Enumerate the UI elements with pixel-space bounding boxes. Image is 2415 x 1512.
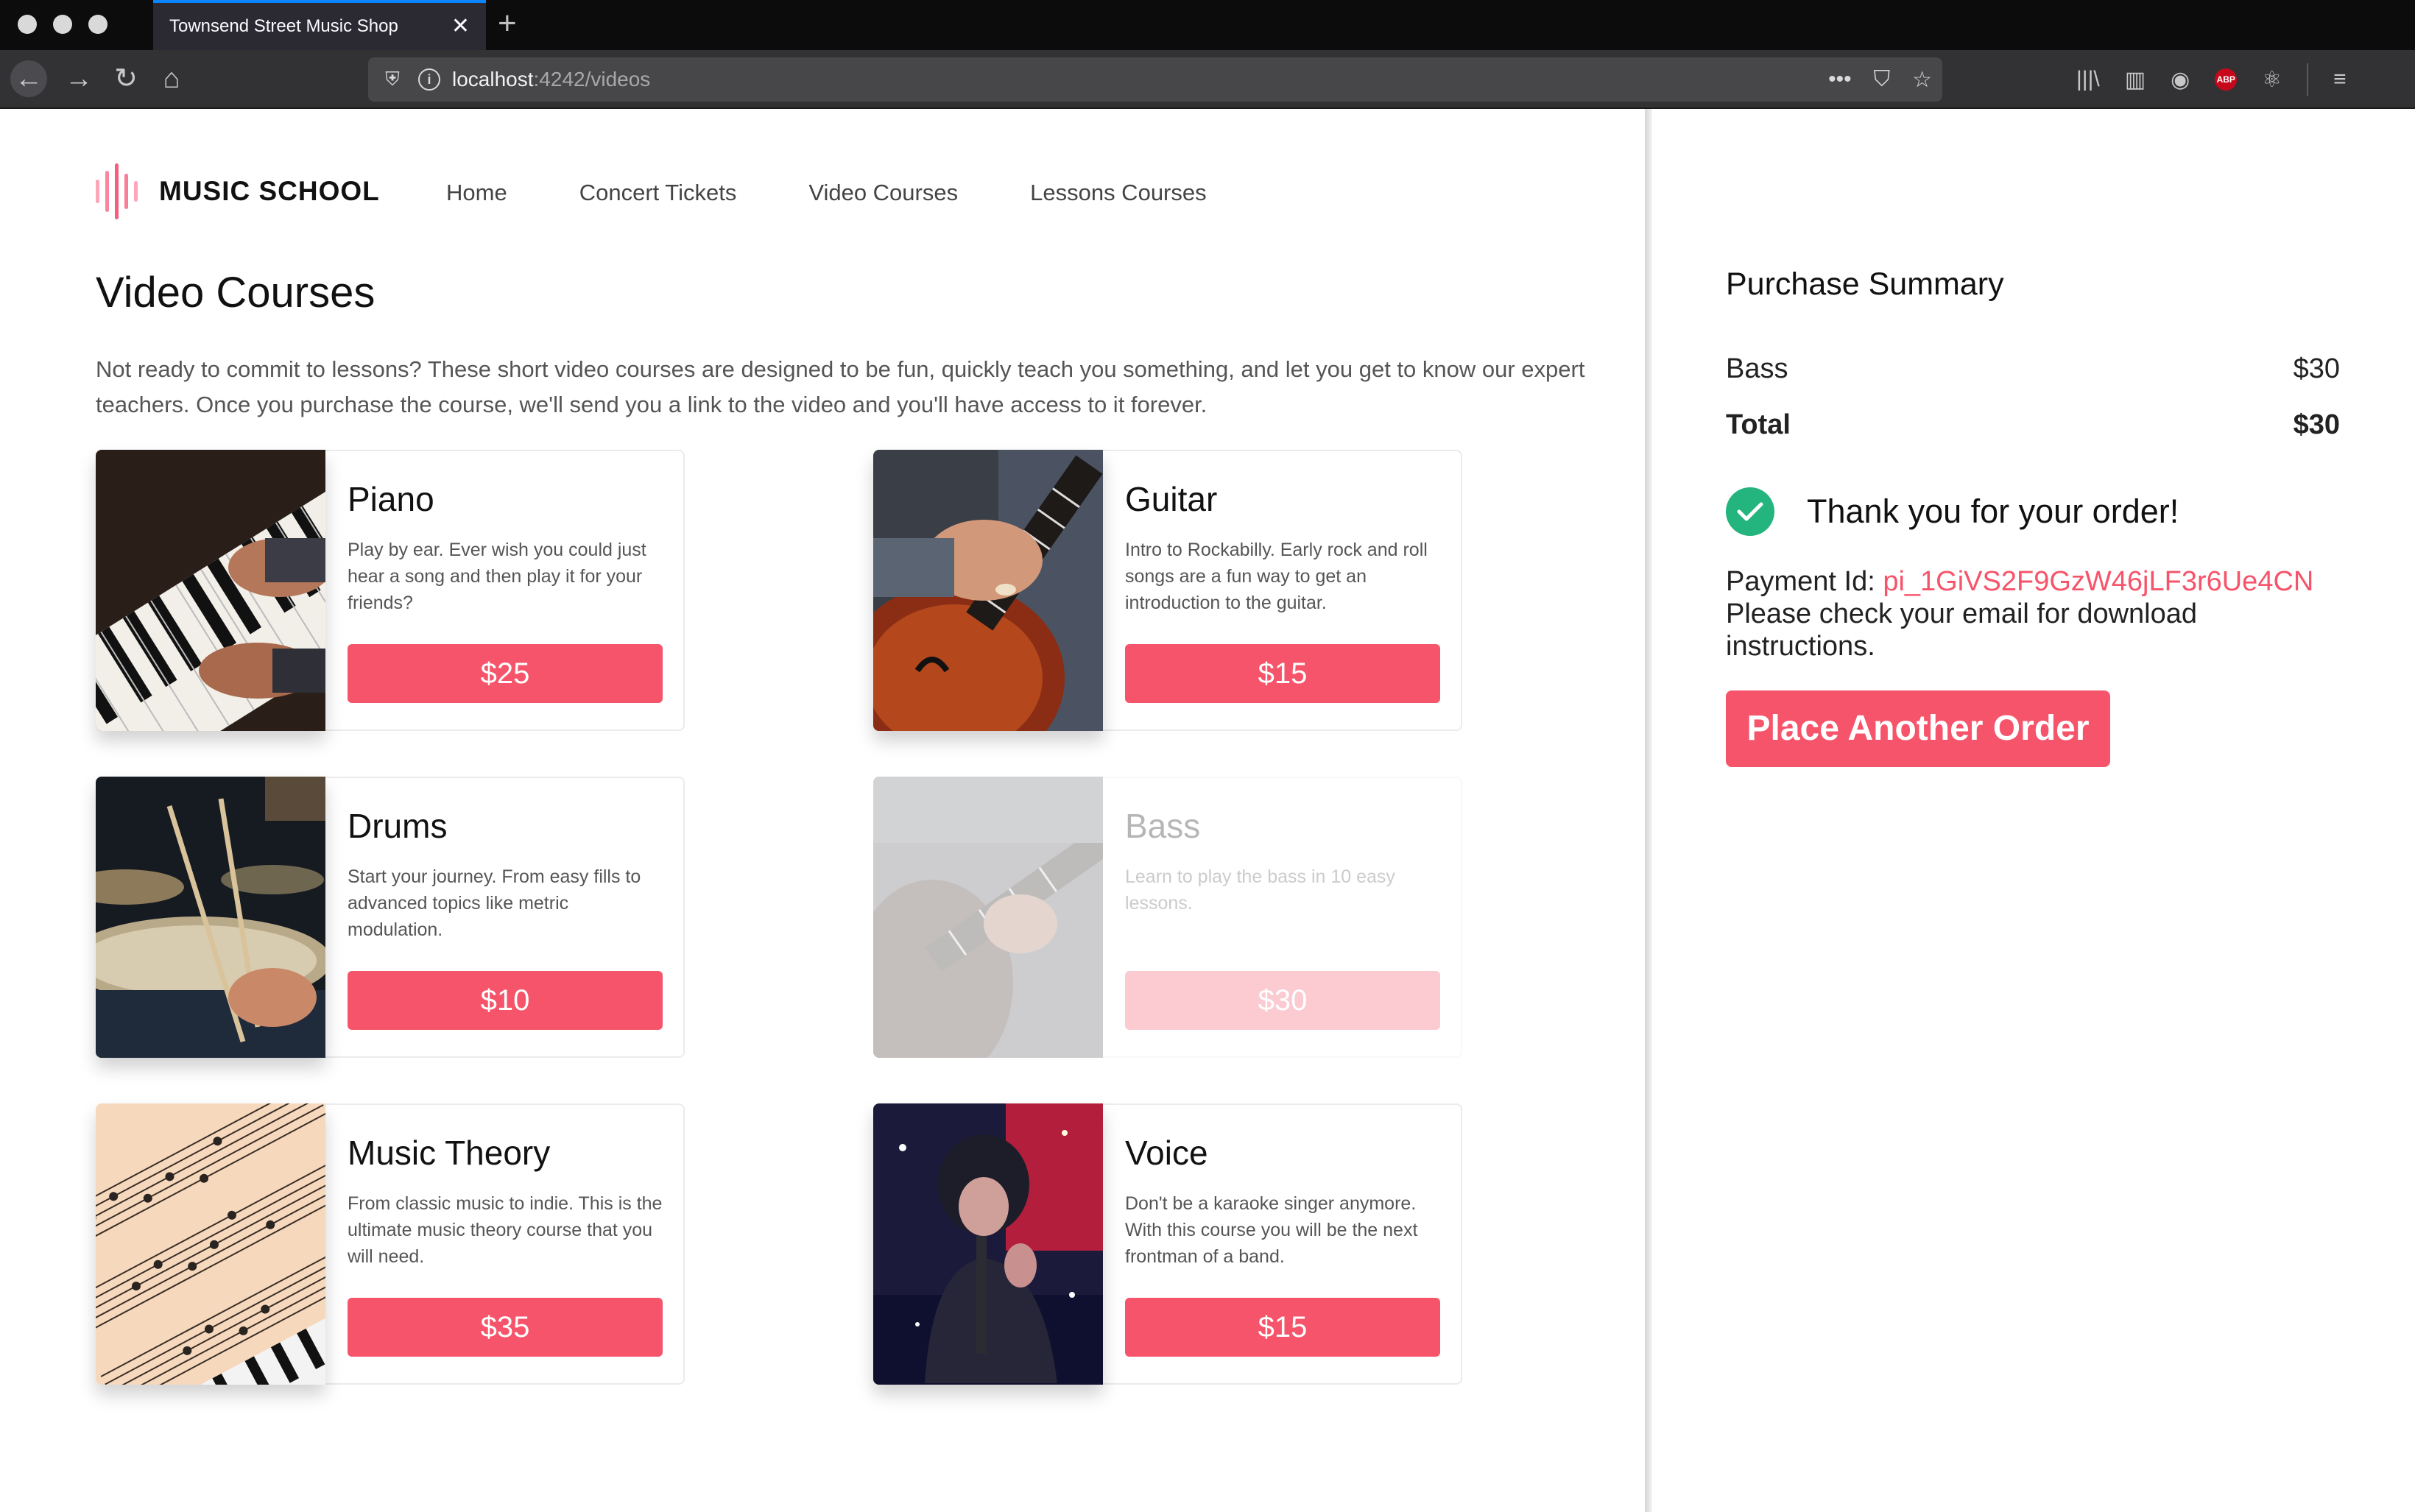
adblock-icon[interactable]: ABP <box>2215 68 2238 91</box>
course-description: From classic music to indie. This is the… <box>348 1193 663 1267</box>
toolbar-divider <box>2307 63 2309 96</box>
buy-voice-button[interactable]: $15 <box>1125 1298 1440 1357</box>
summary-title: Purchase Summary <box>1726 266 2004 302</box>
buy-music-theory-button[interactable]: $35 <box>348 1298 663 1357</box>
payment-label: Payment Id: <box>1726 566 1883 597</box>
buy-bass-button[interactable]: $30 <box>1125 971 1440 1030</box>
course-card-bass: Bass Learn to play the bass in 10 easy l… <box>873 777 1462 1058</box>
course-title: Music Theory <box>348 1134 551 1172</box>
course-description: Start your journey. From easy fills to a… <box>348 866 641 940</box>
course-title: Bass <box>1125 807 1201 845</box>
tab-close-icon[interactable]: ✕ <box>451 15 470 38</box>
payment-info: Payment Id: pi_1GiVS2F9GzW46jLF3r6Ue4CN … <box>1726 565 2344 663</box>
summary-total: Total $30 <box>1726 409 2340 441</box>
buy-piano-button[interactable]: $25 <box>348 644 663 703</box>
logo-text: MUSIC SCHOOL <box>159 176 380 206</box>
reload-icon[interactable]: ↻ <box>107 60 144 97</box>
course-title: Voice <box>1125 1134 1208 1172</box>
voice-image <box>873 1103 1103 1385</box>
payment-id: pi_1GiVS2F9GzW46jLF3r6Ue4CN <box>1883 566 2314 597</box>
line-item-name: Bass <box>1726 353 1788 384</box>
window-controls <box>18 15 107 34</box>
course-description: Learn to play the bass in 10 easy lesson… <box>1125 866 1395 914</box>
course-description: Play by ear. Ever wish you could just he… <box>348 540 646 613</box>
pocket-icon[interactable]: ⛉ <box>1874 67 1891 92</box>
url-host: localhost <box>452 68 534 91</box>
course-card-piano: Piano Play by ear. Ever wish you could j… <box>96 450 685 731</box>
web-page: MUSIC SCHOOL Home Concert Tickets Video … <box>0 109 2415 1512</box>
tracking-shield-icon[interactable]: ⛨ <box>374 68 411 91</box>
music-theory-image <box>96 1103 325 1385</box>
course-card-music-theory: Music Theory From classic music to indie… <box>96 1103 685 1385</box>
bass-image <box>873 777 1103 1058</box>
tab-title: Townsend Street Music Shop <box>169 16 398 36</box>
react-devtools-icon[interactable]: ⚛ <box>2262 67 2282 93</box>
course-title: Guitar <box>1125 480 1218 518</box>
address-bar[interactable]: ⛨ i localhost :4242/videos ••• ⛉ ☆ <box>368 57 1942 102</box>
download-instructions: Please check your email for download ins… <box>1726 598 2198 662</box>
buy-guitar-button[interactable]: $15 <box>1125 644 1440 703</box>
course-title: Piano <box>348 480 434 518</box>
course-description: Intro to Rockabilly. Early rock and roll… <box>1125 540 1428 613</box>
thank-you-text: Thank you for your order! <box>1807 492 2179 530</box>
site-info-icon[interactable]: i <box>418 68 440 91</box>
buy-drums-button[interactable]: $10 <box>348 971 663 1030</box>
nav-lessons-courses[interactable]: Lessons Courses <box>1030 180 1207 206</box>
page-actions-icon[interactable]: ••• <box>1828 67 1852 92</box>
total-value: $30 <box>2293 409 2340 440</box>
nav-video-courses[interactable]: Video Courses <box>808 180 958 206</box>
bookmark-star-icon[interactable]: ☆ <box>1912 67 1932 93</box>
home-icon[interactable]: ⌂ <box>153 60 190 97</box>
back-icon[interactable]: ← <box>10 60 47 97</box>
browser-toolbar: ← → ↻ ⌂ ⛨ i localhost :4242/videos ••• ⛉… <box>0 50 2415 109</box>
nav-concert-tickets[interactable]: Concert Tickets <box>579 180 737 206</box>
close-window-button[interactable] <box>18 15 37 34</box>
browser-tab[interactable]: Townsend Street Music Shop ✕ <box>153 0 486 50</box>
course-title: Drums <box>348 807 448 845</box>
guitar-image <box>873 450 1103 731</box>
sound-wave-logo-icon <box>96 163 147 219</box>
site-logo[interactable]: MUSIC SCHOOL <box>96 162 380 221</box>
maximize-window-button[interactable] <box>88 15 107 34</box>
new-tab-button[interactable]: + <box>498 7 517 40</box>
minimize-window-button[interactable] <box>53 15 72 34</box>
course-card-drums: Drums Start your journey. From easy fill… <box>96 777 685 1058</box>
course-card-voice: Voice Don't be a karaoke singer anymore.… <box>873 1103 1462 1385</box>
main-content: MUSIC SCHOOL Home Concert Tickets Video … <box>0 109 1646 1512</box>
piano-image <box>96 450 325 731</box>
panel-divider <box>1645 109 1652 1512</box>
library-icon[interactable]: |||\ <box>2076 67 2100 92</box>
site-nav: Home Concert Tickets Video Courses Lesso… <box>446 180 1207 206</box>
line-item-price: $30 <box>2293 353 2340 384</box>
summary-line-item: Bass $30 <box>1726 353 2340 385</box>
page-title: Video Courses <box>96 269 376 317</box>
place-another-order-button[interactable]: Place Another Order <box>1726 690 2110 767</box>
course-description: Don't be a karaoke singer anymore. With … <box>1125 1193 1418 1267</box>
forward-icon[interactable]: → <box>60 60 97 97</box>
hamburger-menu-icon[interactable]: ≡ <box>2333 67 2347 92</box>
account-icon[interactable]: ◉ <box>2171 67 2190 93</box>
success-check-icon <box>1726 487 1774 536</box>
drums-image <box>96 777 325 1058</box>
total-label: Total <box>1726 409 1791 440</box>
order-confirmation: Thank you for your order! <box>1726 487 2179 536</box>
url-path: :4242/videos <box>533 68 651 91</box>
sidebar-icon[interactable]: ▥ <box>2125 67 2146 93</box>
nav-home[interactable]: Home <box>446 180 507 206</box>
course-card-guitar: Guitar Intro to Rockabilly. Early rock a… <box>873 450 1462 731</box>
browser-tab-bar: Townsend Street Music Shop ✕ + <box>0 0 2415 50</box>
intro-text: Not ready to commit to lessons? These sh… <box>96 356 1585 417</box>
